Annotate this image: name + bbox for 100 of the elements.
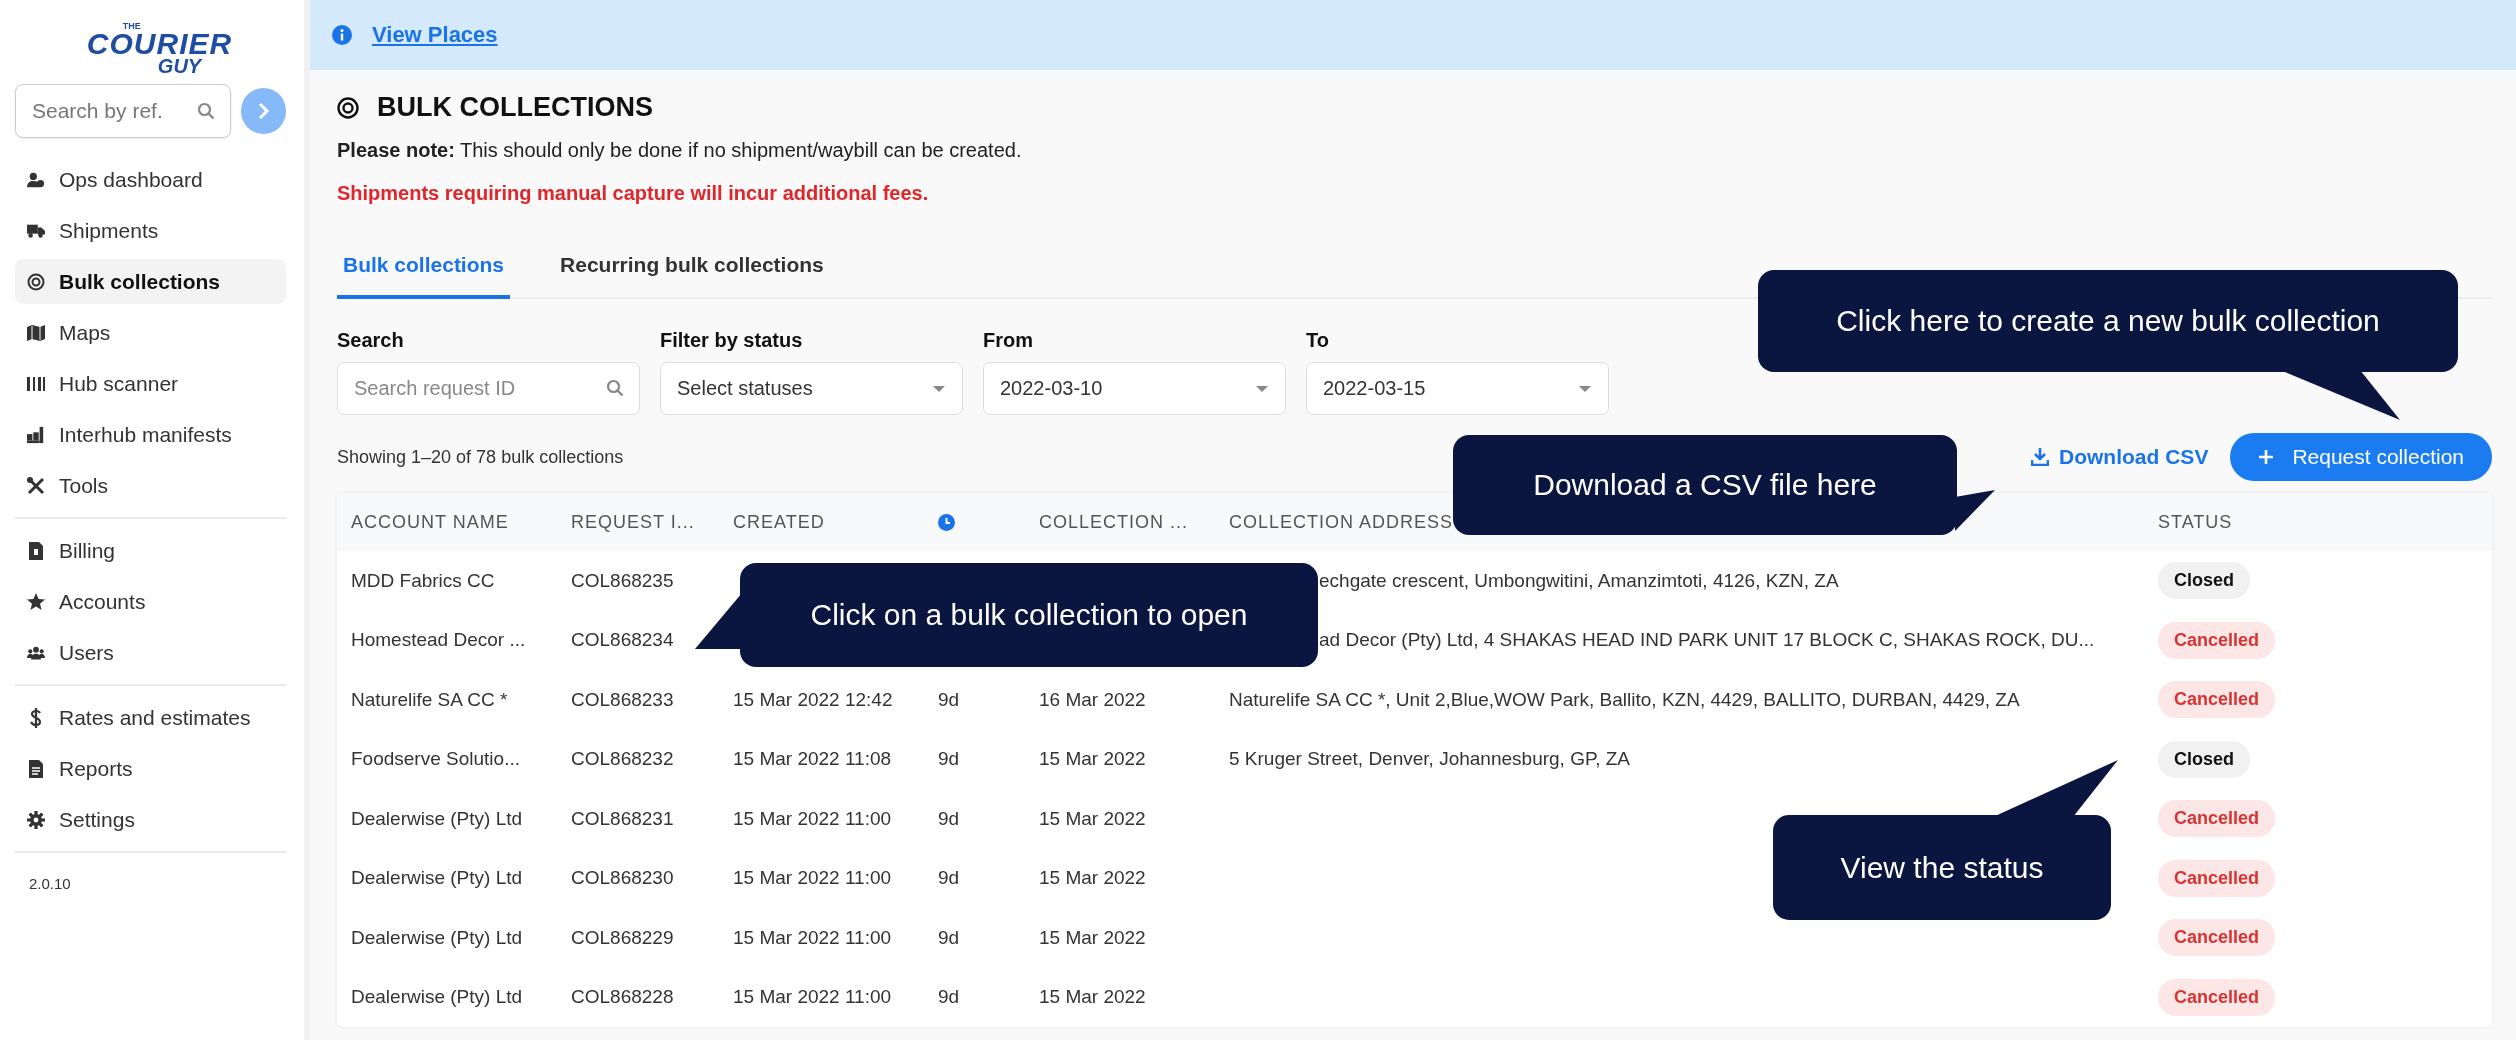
column-header[interactable]: REQUEST I... bbox=[571, 511, 695, 533]
table-cell: COL868231 bbox=[571, 807, 674, 830]
search-field[interactable]: Search by ref. bbox=[15, 84, 231, 138]
status-badge: Cancelled bbox=[2158, 621, 2276, 659]
field-label: Search bbox=[337, 329, 405, 352]
plus-icon bbox=[2258, 449, 2275, 465]
invoice-icon bbox=[27, 541, 45, 560]
table-cell: COL868229 bbox=[571, 926, 674, 949]
status-badge: Cancelled bbox=[2158, 859, 2276, 897]
table-cell: 9d bbox=[938, 748, 960, 771]
document-icon bbox=[27, 759, 45, 778]
nav-item[interactable]: Hub scanner bbox=[15, 361, 286, 406]
select-field[interactable]: Select statuses bbox=[660, 362, 963, 415]
view-places-link[interactable]: View Places bbox=[372, 22, 498, 48]
field-label: From bbox=[983, 329, 1034, 352]
chevron-right-icon bbox=[257, 102, 270, 120]
table-cell: 15 Mar 2022 bbox=[1039, 986, 1146, 1009]
table-cell: 15 Mar 2022 12:42 bbox=[733, 688, 893, 711]
status-badge: Cancelled bbox=[2158, 800, 2276, 838]
tools-icon bbox=[27, 476, 45, 495]
table-cell: Dealerwise (Pty) Ltd bbox=[351, 926, 523, 949]
select-field[interactable]: 2022-03-15 bbox=[1306, 362, 1609, 415]
callout-text: Download a CSV file here bbox=[1533, 468, 1877, 502]
column-header[interactable]: COLLECTION ADDRESS bbox=[1229, 511, 1454, 533]
table-cell: 15 Mar 2022 bbox=[1039, 807, 1146, 830]
page-title: BULK COLLECTIONS bbox=[377, 92, 653, 123]
table-cell: 9d bbox=[938, 688, 960, 711]
field-label: To bbox=[1306, 329, 1330, 352]
table-cell: 5 Kruger Street, Denver, Johannesburg, GP, ZA bbox=[1229, 748, 1630, 771]
select-field[interactable]: 2022-03-10 bbox=[983, 362, 1286, 415]
table-cell: Foodserve Solutio... bbox=[351, 748, 520, 771]
column-header[interactable]: STATUS bbox=[2158, 511, 2233, 533]
clock-icon bbox=[938, 513, 955, 531]
boxes-icon bbox=[27, 425, 45, 444]
table-cell: Dealerwise (Pty) Ltd bbox=[351, 807, 523, 830]
nav-item[interactable]: Users bbox=[15, 630, 286, 675]
table-cell: 15 Mar 2022 11:00 bbox=[733, 986, 892, 1009]
table-cell: 15 Mar 2022 11:00 bbox=[733, 867, 892, 890]
barcode-icon bbox=[27, 376, 45, 391]
nav-item[interactable]: Shipments bbox=[15, 208, 286, 253]
caret-icon bbox=[1255, 384, 1269, 393]
table-cell: COL868230 bbox=[571, 867, 674, 890]
caret-icon bbox=[1578, 384, 1592, 393]
table-cell: Dealerwise (Pty) Ltd bbox=[351, 867, 523, 890]
table-cell: Homestead Decor ... bbox=[351, 629, 526, 652]
table-cell: COL868234 bbox=[571, 629, 674, 652]
nav-item[interactable]: Accounts bbox=[15, 579, 286, 624]
nav-item[interactable]: Ops dashboard bbox=[15, 157, 286, 202]
target-icon bbox=[337, 96, 359, 119]
truck-icon bbox=[27, 222, 45, 239]
caret-icon bbox=[932, 384, 946, 393]
settings-icon bbox=[27, 810, 45, 829]
note-text: Please note: This should only be done if no shipment/waybill can be created. bbox=[337, 139, 1023, 162]
table-cell: echgate crescent, Umbongwitini, Amanzimtoti, 4126, KZN, ZA bbox=[1319, 569, 1839, 592]
table-cell: Dealerwise (Pty) Ltd bbox=[351, 986, 523, 1009]
table-cell: COL868235 bbox=[571, 569, 674, 592]
warning-text: Shipments requiring manual capture will incur additional fees. bbox=[337, 182, 930, 205]
table-cell: 9d bbox=[938, 867, 960, 890]
table-cell: 16 Mar 2022 bbox=[1039, 688, 1146, 711]
download-icon bbox=[2031, 448, 2050, 466]
nav-item[interactable]: Tools bbox=[15, 463, 286, 508]
table-cell: 15 Mar 2022 11:00 bbox=[733, 807, 892, 830]
search-icon bbox=[197, 102, 215, 120]
users-icon bbox=[27, 644, 45, 661]
target-icon bbox=[27, 272, 45, 291]
table-cell: Naturelife SA CC * bbox=[351, 688, 508, 711]
table-cell: COL868233 bbox=[571, 688, 674, 711]
nav-item[interactable]: Interhub manifests bbox=[15, 412, 286, 457]
table-cell: 15 Mar 2022 bbox=[1039, 748, 1146, 771]
nav-item[interactable]: Rates and estimates bbox=[15, 695, 286, 740]
column-header[interactable]: ACCOUNT NAME bbox=[351, 511, 509, 533]
status-badge: Closed bbox=[2158, 562, 2250, 600]
nav-item[interactable]: Bulk collections bbox=[15, 259, 286, 304]
map-icon bbox=[27, 324, 45, 341]
table-cell: ad Decor (Pty) Ltd, 4 SHAKAS HEAD IND PARK UNIT 17 BLOCK C, SHAKAS ROCK, DU... bbox=[1319, 629, 2095, 652]
table-cell: 15 Mar 2022 11:00 bbox=[733, 926, 892, 949]
user-icon bbox=[27, 170, 45, 189]
column-header[interactable]: CREATED bbox=[733, 511, 825, 533]
table-cell: 15 Mar 2022 bbox=[1039, 926, 1146, 949]
table-cell: COL868232 bbox=[571, 748, 674, 771]
column-header[interactable]: COLLECTION ... bbox=[1039, 511, 1189, 533]
results-summary: Showing 1–20 of 78 bulk collections bbox=[337, 446, 624, 468]
version-label: 2.0.10 bbox=[28, 874, 72, 892]
nav-item[interactable]: Settings bbox=[15, 797, 286, 842]
nav-item[interactable]: Maps bbox=[15, 310, 286, 355]
callout-text: Click on a bulk collection to open bbox=[810, 598, 1248, 632]
status-badge: Cancelled bbox=[2158, 681, 2276, 719]
search-field[interactable]: Search request ID bbox=[337, 362, 640, 415]
nav-item[interactable]: Billing bbox=[15, 528, 286, 573]
go-button[interactable] bbox=[241, 88, 286, 134]
tab[interactable]: Recurring bulk collections bbox=[554, 239, 830, 299]
download-csv-button[interactable]: Download CSV bbox=[2025, 445, 2215, 469]
nav-item[interactable]: Reports bbox=[15, 746, 286, 791]
table-cell: 9d bbox=[938, 926, 960, 949]
field-label: Filter by status bbox=[660, 329, 804, 352]
request-collection-button[interactable]: Request collection bbox=[2230, 433, 2492, 481]
info-icon bbox=[332, 25, 352, 45]
tab[interactable]: Bulk collections bbox=[337, 239, 511, 299]
callout-text: View the status bbox=[1840, 850, 2044, 885]
status-badge: Closed bbox=[2158, 740, 2250, 778]
